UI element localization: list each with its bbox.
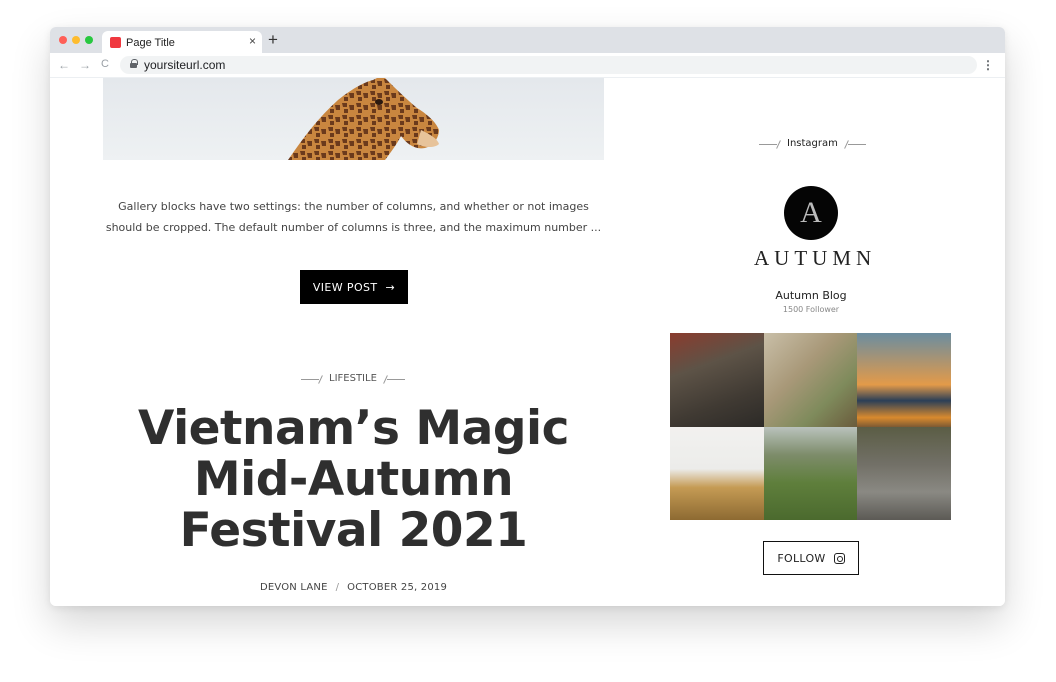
minimize-window-button[interactable] — [72, 36, 80, 44]
view-post-button[interactable]: VIEW POST → — [300, 270, 408, 304]
page-content: Gallery blocks have two settings: the nu… — [50, 78, 1005, 606]
browser-menu-icon[interactable]: ⋮ — [982, 58, 994, 72]
close-window-button[interactable] — [59, 36, 67, 44]
post-meta: DEVON LANE / OCTOBER 25, 2019 — [103, 582, 604, 593]
browser-tab[interactable]: Page Title × — [102, 31, 262, 55]
address-bar[interactable]: yoursiteurl.com — [120, 56, 977, 74]
back-arrow-icon[interactable]: ← — [58, 58, 70, 72]
view-post-label: VIEW POST — [312, 280, 378, 294]
divider-line-left — [301, 375, 323, 383]
maximize-window-button[interactable] — [85, 36, 93, 44]
post-author[interactable]: DEVON LANE — [260, 582, 328, 593]
post-hero-image[interactable] — [103, 78, 604, 160]
follower-count: 1500 Follower — [782, 305, 840, 314]
instagram-photo[interactable] — [857, 426, 951, 520]
tab-close-icon[interactable]: × — [249, 34, 256, 48]
follow-label: FOLLOW — [777, 551, 826, 565]
meta-separator: / — [335, 582, 340, 593]
brand-wordmark: AUTUMN — [754, 246, 877, 270]
instagram-icon — [833, 552, 845, 564]
tab-title: Page Title — [126, 37, 175, 49]
blog-name[interactable]: Autumn Blog — [750, 289, 872, 302]
arrow-right-icon: → — [385, 280, 396, 294]
instagram-photo[interactable] — [763, 426, 858, 520]
tab-strip: Page Title × + — [50, 27, 1005, 55]
featured-post-title[interactable]: Vietnam’s Magic Mid-Autumn Festival 2021 — [103, 403, 604, 556]
window-controls — [59, 36, 93, 44]
divider-line-right — [844, 140, 866, 148]
browser-window: Page Title × + ← → C yoursiteurl.com ⋮ G… — [50, 27, 1005, 606]
forward-arrow-icon[interactable]: → — [79, 58, 91, 72]
browser-toolbar: ← → C yoursiteurl.com ⋮ — [50, 53, 1005, 78]
instagram-photo[interactable] — [670, 426, 764, 520]
instagram-photo[interactable] — [857, 333, 951, 427]
category-label[interactable]: LIFESTILE — [329, 373, 377, 384]
follow-button[interactable]: FOLLOW — [763, 541, 859, 575]
instagram-photo[interactable] — [763, 333, 858, 427]
instagram-heading: Instagram — [759, 138, 866, 149]
divider-line-left — [759, 140, 781, 148]
divider-line-right — [383, 375, 405, 383]
avatar-letter: A — [800, 196, 822, 229]
new-tab-button[interactable]: + — [268, 30, 278, 50]
lock-icon — [130, 59, 138, 68]
favicon-icon — [110, 37, 121, 48]
instagram-heading-label: Instagram — [787, 138, 838, 149]
instagram-photo[interactable] — [670, 333, 764, 427]
instagram-grid — [670, 333, 951, 520]
url-text[interactable]: yoursiteurl.com — [144, 58, 225, 72]
post-date: OCTOBER 25, 2019 — [347, 582, 448, 593]
reload-icon[interactable]: C — [101, 58, 109, 70]
category-divider: LIFESTILE — [301, 373, 405, 384]
avatar[interactable]: A — [784, 186, 838, 240]
giraffe-image — [288, 78, 439, 160]
post-excerpt: Gallery blocks have two settings: the nu… — [105, 200, 602, 234]
